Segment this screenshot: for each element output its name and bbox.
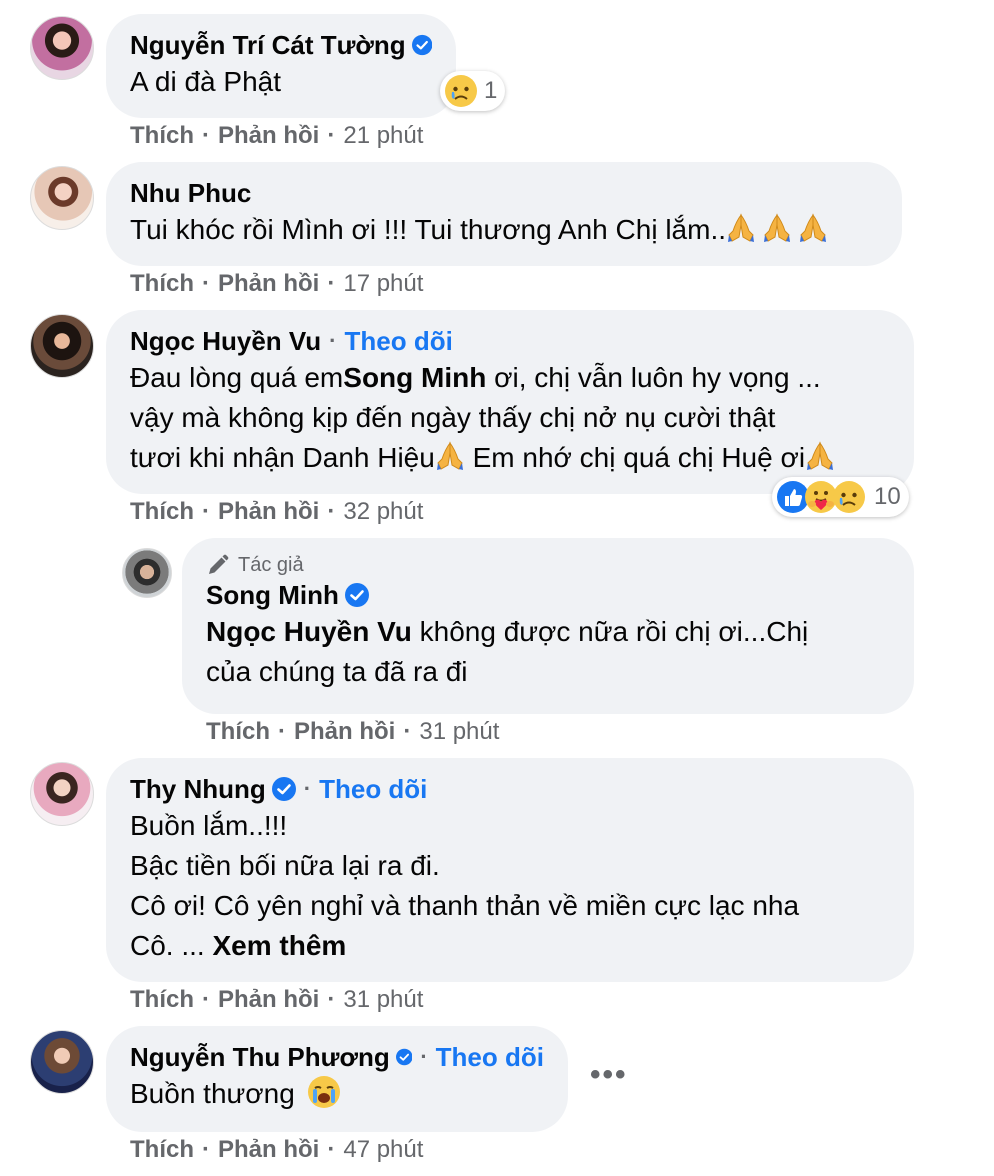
commenter-name[interactable]: Song Minh [206,578,339,612]
avatar[interactable] [30,16,94,80]
reply-action[interactable]: Phản hồi [294,718,395,746]
verified-badge-icon [345,583,369,607]
comment-bubble: Ngọc Huyền Vu · Theo dõi Đau lòng quá em… [106,310,914,494]
separator: · [202,498,210,525]
separator: · [327,270,336,297]
separator: · [202,986,210,1013]
comment-text: Buồn lắm..!!! Bậc tiền bối nữa lại ra đi… [130,810,800,961]
avatar[interactable] [30,314,94,378]
separator: · [327,498,336,525]
comment-text: Buồn thương [130,1074,544,1114]
timestamp[interactable]: 47 phút [343,1136,423,1164]
verified-badge-icon [396,1045,413,1069]
comment-bubble: Thy Nhung · Theo dõi Buồn lắm..!!! Bậc t… [106,758,914,982]
avatar[interactable] [30,762,94,826]
reply-action[interactable]: Phản hồi [218,498,319,526]
reaction-count: 1 [484,77,498,104]
folded-hands-emoji [435,439,465,471]
separator: · [202,122,210,149]
like-action[interactable]: Thích [130,498,194,526]
separator: · [329,328,337,353]
folded-hands-emoji [726,211,756,243]
separator: · [202,1136,210,1163]
separator: · [278,718,286,745]
like-action[interactable]: Thích [206,718,270,746]
verified-badge-icon [412,33,432,57]
sad-face-emoji [444,74,478,108]
follow-button[interactable]: Theo dõi [319,772,427,806]
avatar[interactable] [122,548,172,598]
reply-action[interactable]: Phản hồi [218,986,319,1014]
comment-bubble: Nguyễn Trí Cát Tường A di đà Phật [106,14,456,118]
comment-text: Đau lòng quá emSong Minh ơi, chị vẫn luô… [130,358,890,478]
separator: · [403,718,412,745]
reaction-count: 10 [874,483,901,510]
comment-bubble: Nhu Phuc Tui khóc rồi Mình ơi !!! Tui th… [106,162,902,266]
separator: · [202,270,210,297]
like-action[interactable]: Thích [130,986,194,1014]
separator: · [420,1044,428,1069]
like-action[interactable]: Thích [130,122,194,150]
follow-button[interactable]: Theo dõi [345,324,453,358]
commenter-name[interactable]: Ngọc Huyền Vu [130,324,321,358]
see-more-link[interactable]: Xem thêm [212,930,346,961]
pencil-icon [206,553,230,577]
comment-bubble: Nguyễn Thu Phương · Theo dõi Buồn thương [106,1026,568,1132]
reply-action[interactable]: Phản hồi [218,1136,319,1164]
folded-hands-emoji [805,439,835,471]
separator: · [327,122,336,149]
avatar[interactable] [30,166,94,230]
sad-face-emoji [832,480,866,514]
mention-link[interactable]: Ngọc Huyền Vu [206,616,412,647]
folded-hands-emoji [798,211,828,243]
timestamp[interactable]: 31 phút [419,718,499,746]
timestamp[interactable]: 17 phút [343,270,423,298]
comment-text: A di đà Phật [130,66,282,97]
separator: · [327,1136,336,1163]
reaction-summary[interactable]: 10 [772,477,909,517]
crying-face-emoji [307,1075,341,1109]
reaction-summary[interactable]: 1 [440,71,506,111]
like-action[interactable]: Thích [130,270,194,298]
comment-text: Tui khóc rồi Mình ơi !!! Tui thương Anh … [130,210,878,250]
more-options-icon[interactable]: ••• [590,1058,628,1092]
commenter-name[interactable]: Nhu Phuc [130,176,251,210]
mention-link[interactable]: Song Minh [343,362,486,393]
verified-badge-icon [272,777,296,801]
reply-action[interactable]: Phản hồi [218,122,319,150]
commenter-name[interactable]: Nguyễn Thu Phương [130,1040,390,1074]
avatar[interactable] [30,1030,94,1094]
follow-button[interactable]: Theo dõi [436,1040,544,1074]
commenter-name[interactable]: Thy Nhung [130,772,266,806]
reply-action[interactable]: Phản hồi [218,270,319,298]
comment-text: Ngọc Huyền Vu không được nữa rồi chị ơi.… [206,616,809,687]
separator: · [327,986,336,1013]
comment-bubble: Tác giả Song Minh Ngọc Huyền Vu không đư… [182,538,914,714]
like-action[interactable]: Thích [130,1136,194,1164]
timestamp[interactable]: 21 phút [343,122,423,150]
commenter-name[interactable]: Nguyễn Trí Cát Tường [130,28,406,62]
folded-hands-emoji [762,211,792,243]
timestamp[interactable]: 32 phút [343,498,423,526]
separator: · [303,776,312,801]
timestamp[interactable]: 31 phút [343,986,423,1014]
author-tag: Tác giả [206,552,890,578]
